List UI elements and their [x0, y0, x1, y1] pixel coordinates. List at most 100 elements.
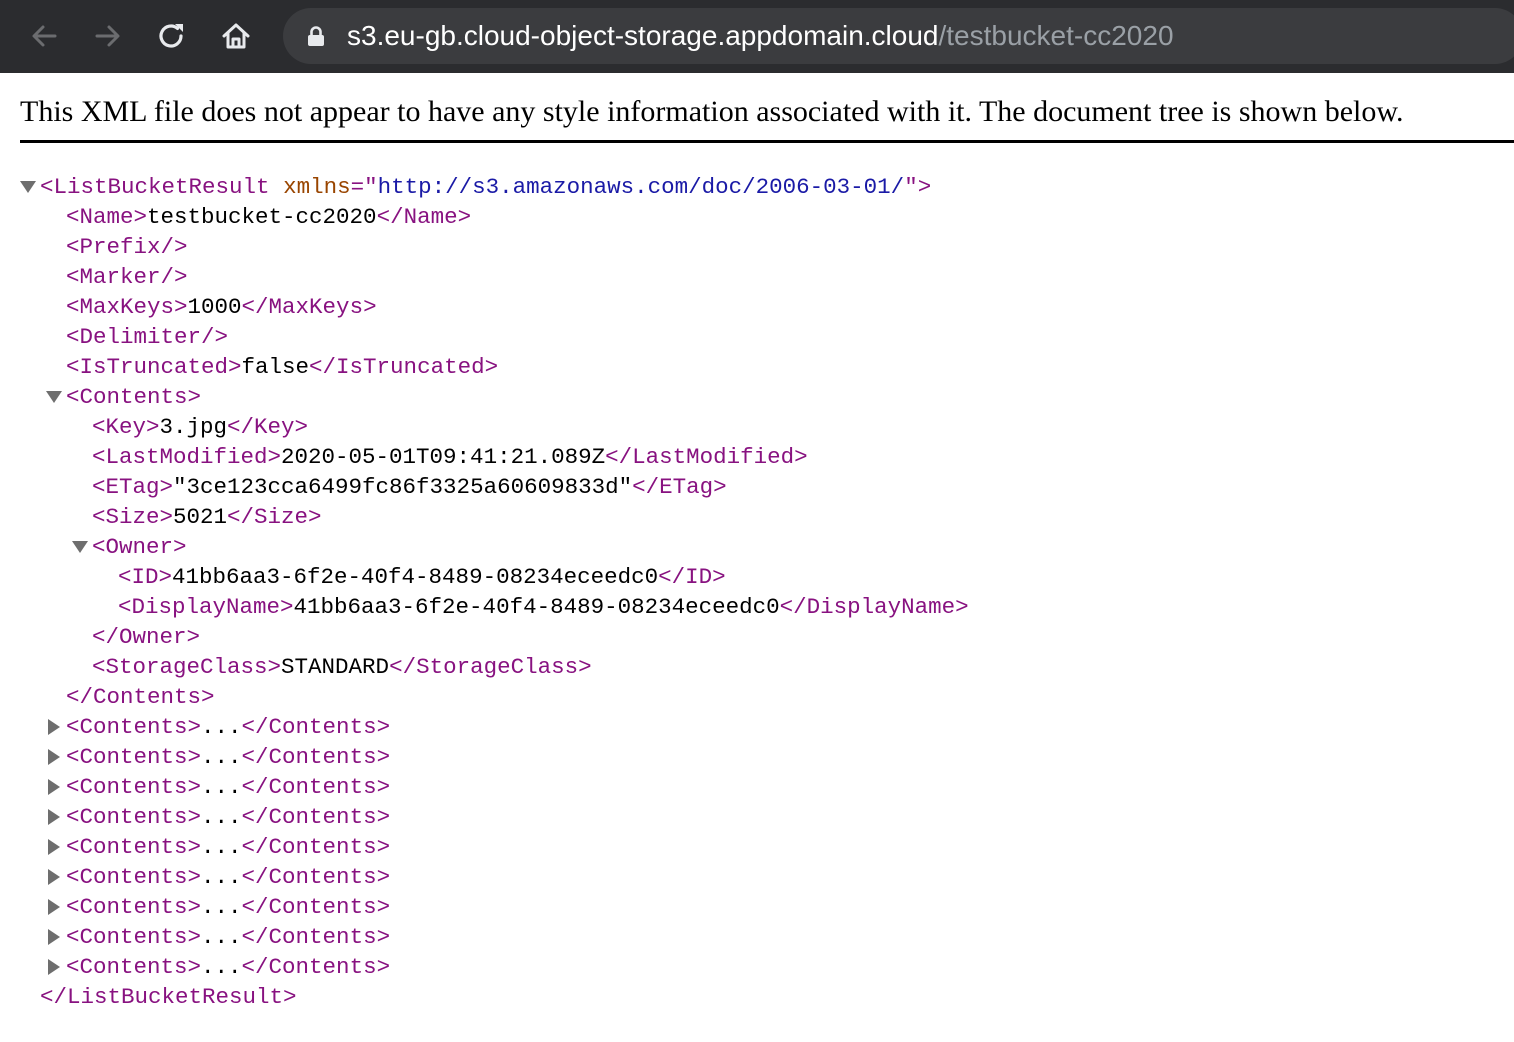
expand-triangle-contents[interactable]	[48, 779, 60, 795]
xml-tag: </ID>	[658, 564, 726, 590]
xml-line-contents-collapsed[interactable]: <Contents>...</Contents>	[66, 802, 390, 832]
expand-triangle-contents[interactable]	[48, 959, 60, 975]
notice-divider	[20, 140, 1514, 143]
xml-attr-value: http://s3.amazonaws.com/doc/2006-03-01/	[377, 174, 905, 200]
xml-line-contents-collapsed[interactable]: <Contents>...</Contents>	[66, 712, 390, 742]
xml-value-maxkeys: 1000	[187, 294, 242, 320]
xml-line-delimiter: <Delimiter/>	[66, 322, 228, 352]
expand-triangle-contents[interactable]	[48, 809, 60, 825]
xml-tag-root: <ListBucketResult	[40, 174, 270, 200]
url-host: s3.eu-gb.cloud-object-storage.appdomain.…	[347, 20, 939, 51]
forward-button[interactable]	[83, 11, 133, 61]
no-style-notice: This XML file does not appear to have an…	[20, 95, 1404, 128]
xml-line-contents-collapsed[interactable]: <Contents>...</Contents>	[66, 952, 390, 982]
xml-ellipsis: ...	[201, 834, 242, 860]
xml-tag: </Contents>	[241, 804, 391, 830]
expand-triangle-contents[interactable]	[48, 839, 60, 855]
xml-line-contents-collapsed[interactable]: <Contents>...</Contents>	[66, 772, 390, 802]
xml-tag: </Contents>	[241, 744, 391, 770]
xml-ellipsis: ...	[201, 804, 242, 830]
xml-tag: </MaxKeys>	[241, 294, 377, 320]
xml-line-name: <Name>testbucket-cc2020</Name>	[66, 202, 471, 232]
collapse-triangle-root[interactable]	[20, 181, 36, 193]
xml-line-contents-collapsed[interactable]: <Contents>...</Contents>	[66, 742, 390, 772]
xml-tag: <Contents>	[66, 924, 202, 950]
xml-value-id: 41bb6aa3-6f2e-40f4-8489-08234eceedc0	[172, 564, 659, 590]
xml-tag: </LastModified>	[605, 444, 808, 470]
expand-triangle-contents[interactable]	[48, 719, 60, 735]
xml-tag: </Contents>	[241, 714, 391, 740]
xml-ellipsis: ...	[201, 714, 242, 740]
xml-line-etag: <ETag>"3ce123cca6499fc86f3325a60609833d"…	[92, 472, 727, 502]
xml-line-root-open: <ListBucketResult xmlns="http://s3.amazo…	[40, 172, 931, 202]
xml-tag: </Contents>	[241, 834, 391, 860]
xml-tag: </Contents>	[241, 774, 391, 800]
xml-tag: <Contents>	[66, 384, 202, 410]
xml-line-contents-collapsed[interactable]: <Contents>...</Contents>	[66, 862, 390, 892]
xml-value-lastmodified: 2020-05-01T09:41:21.089Z	[281, 444, 606, 470]
xml-tag: </Name>	[376, 204, 472, 230]
xml-line-contents-collapsed[interactable]: <Contents>...</Contents>	[66, 832, 390, 862]
expand-triangle-contents[interactable]	[48, 749, 60, 765]
xml-line-storageclass: <StorageClass>STANDARD</StorageClass>	[92, 652, 592, 682]
xml-tag: </Contents>	[241, 954, 391, 980]
back-arrow-icon	[32, 25, 57, 47]
xml-tag: <Contents>	[66, 744, 202, 770]
xml-attr-close: ">	[904, 174, 932, 200]
xml-line-lastmodified: <LastModified>2020-05-01T09:41:21.089Z</…	[92, 442, 808, 472]
xml-tag: </IsTruncated>	[309, 354, 499, 380]
xml-tag: <Marker/>	[66, 264, 188, 290]
xml-line-istruncated: <IsTruncated>false</IsTruncated>	[66, 352, 498, 382]
url-path: /testbucket-cc2020	[938, 20, 1174, 51]
xml-tag: <ETag>	[92, 474, 174, 500]
xml-line-size: <Size>5021</Size>	[92, 502, 322, 532]
xml-attr-name: xmlns	[283, 174, 351, 200]
xml-tag: <Contents>	[66, 864, 202, 890]
xml-line-key: <Key>3.jpg</Key>	[92, 412, 308, 442]
address-bar[interactable]: s3.eu-gb.cloud-object-storage.appdomain.…	[283, 8, 1514, 64]
xml-line-owner-open: <Owner>	[92, 532, 187, 562]
xml-attr-eq: ="	[350, 174, 378, 200]
expand-triangle-contents[interactable]	[48, 929, 60, 945]
xml-line-contents-collapsed[interactable]: <Contents>...</Contents>	[66, 892, 390, 922]
home-button[interactable]	[211, 11, 261, 61]
xml-line-contents-collapsed[interactable]: <Contents>...</Contents>	[66, 922, 390, 952]
xml-line-marker: <Marker/>	[66, 262, 188, 292]
collapse-triangle-owner[interactable]	[72, 541, 88, 553]
xml-tag: </ETag>	[632, 474, 727, 500]
xml-tag: <Contents>	[66, 714, 202, 740]
xml-tag: </Owner>	[92, 624, 201, 650]
xml-ellipsis: ...	[201, 774, 242, 800]
xml-tag: <Key>	[92, 414, 160, 440]
xml-tag: </Contents>	[66, 684, 215, 710]
xml-tag: <Contents>	[66, 954, 202, 980]
xml-tag: <DisplayName>	[118, 594, 294, 620]
xml-line-contents-close: </Contents>	[66, 682, 215, 712]
xml-value-etag: "3ce123cca6499fc86f3325a60609833d"	[173, 474, 633, 500]
xml-value-storageclass: STANDARD	[281, 654, 390, 680]
expand-triangle-contents[interactable]	[48, 869, 60, 885]
xml-tag: </ListBucketResult>	[40, 984, 297, 1010]
lock-icon	[308, 26, 324, 46]
xml-tag: <Contents>	[66, 834, 202, 860]
xml-value-size: 5021	[173, 504, 228, 530]
xml-tag: </Contents>	[241, 894, 391, 920]
xml-tag: <Prefix/>	[66, 234, 188, 260]
expand-triangle-contents[interactable]	[48, 899, 60, 915]
collapse-triangle-contents[interactable]	[46, 391, 62, 403]
xml-value-name: testbucket-cc2020	[147, 204, 377, 230]
back-button[interactable]	[19, 11, 69, 61]
xml-ellipsis: ...	[201, 954, 242, 980]
xml-value-displayname: 41bb6aa3-6f2e-40f4-8489-08234eceedc0	[293, 594, 780, 620]
xml-tag: <Name>	[66, 204, 148, 230]
xml-line-id: <ID>41bb6aa3-6f2e-40f4-8489-08234eceedc0…	[118, 562, 726, 592]
xml-value-istruncated: false	[241, 354, 310, 380]
xml-tag: <Size>	[92, 504, 174, 530]
url-text[interactable]: s3.eu-gb.cloud-object-storage.appdomain.…	[347, 18, 1174, 54]
xml-tag: <LastModified>	[92, 444, 282, 470]
xml-line-contents-open: <Contents>	[66, 382, 201, 412]
xml-line-maxkeys: <MaxKeys>1000</MaxKeys>	[66, 292, 377, 322]
reload-button[interactable]	[147, 11, 197, 61]
xml-tag: </Size>	[227, 504, 322, 530]
xml-tag: </Contents>	[241, 864, 391, 890]
